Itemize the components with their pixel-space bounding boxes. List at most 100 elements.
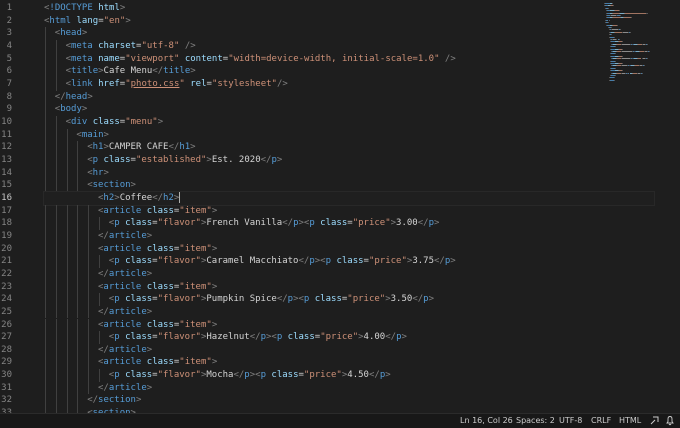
code-token: > <box>81 28 88 39</box>
code-line[interactable]: </article> <box>44 382 654 395</box>
code-token: </ <box>87 395 99 406</box>
code-token: > <box>211 357 218 368</box>
code-line[interactable]: <link href="photo.css" rel="stylesheet"/… <box>44 78 622 91</box>
code-line[interactable]: </head> <box>44 91 611 104</box>
code-line[interactable]: <hr> <box>44 167 643 180</box>
line-number: 1 <box>6 3 12 13</box>
line-number-gutter[interactable]: 1 2 3 4 5 6 7 8 9 10 11 12 13 14 15 16 17 18 19 20 21 22 23 24 2… <box>0 0 40 413</box>
line-number: 15 <box>1 180 12 191</box>
code-line[interactable]: <html lang="en"> <box>44 15 600 28</box>
code-token: </ <box>233 370 245 381</box>
minimap-token <box>618 10 621 12</box>
code-line[interactable]: <meta charset="utf-8" /> <box>44 40 622 53</box>
bell-icon[interactable] <box>665 415 675 426</box>
code-line[interactable]: <body> <box>44 103 611 116</box>
code-token: "flavor" <box>157 332 201 343</box>
code-token: </ <box>98 306 109 317</box>
code-token: article <box>108 268 147 279</box>
code-line[interactable]: <p class="flavor">Caramel Macchiato</p><… <box>44 255 665 268</box>
code-line[interactable]: <section> <box>44 179 643 192</box>
minimap-token <box>618 39 620 40</box>
code-token: meta <box>71 53 99 64</box>
live-share-icon[interactable] <box>650 415 660 426</box>
code-line[interactable]: <title>Cafe Menu</title> <box>44 65 622 78</box>
line-number: 5 <box>6 53 12 64</box>
code-token: "viewport" <box>125 53 180 64</box>
status-bar: Ln 16, Col 26 Spaces: 2 UTF-8 CRLF HTML <box>0 413 680 428</box>
code-token: "flavor" <box>157 256 201 267</box>
code-line[interactable]: <div class="menu"> <box>44 116 622 129</box>
code-token: p <box>325 256 337 267</box>
line-number: 9 <box>6 104 12 115</box>
language-mode[interactable]: HTML <box>619 415 641 427</box>
minimap-token <box>622 55 624 57</box>
code-line[interactable]: </article> <box>44 268 654 281</box>
code-editor[interactable]: 1 2 3 4 5 6 7 8 9 10 11 12 13 14 15 16 17 18 19 20 21 22 23 24 2… <box>0 0 680 413</box>
code-line[interactable]: <article class="item"> <box>44 281 654 294</box>
code-token: </ <box>260 154 272 165</box>
code-token: "stylesheet" <box>211 78 277 89</box>
code-token: > <box>428 294 435 305</box>
minimap[interactable] <box>604 0 670 413</box>
code-token: p <box>309 218 321 229</box>
code-line[interactable]: <article class="item"> <box>44 205 654 218</box>
code-token: article <box>103 281 147 292</box>
code-token: 4.00 <box>363 332 386 343</box>
line-number: 31 <box>1 382 12 393</box>
minimap-token <box>624 12 647 14</box>
code-line[interactable]: <article class="item"> <box>44 356 654 369</box>
code-token: </ <box>168 142 180 153</box>
code-token: p <box>276 332 288 343</box>
code-token: hr <box>92 167 104 178</box>
code-token: 3.75 <box>412 256 434 267</box>
code-token: photo.css <box>130 78 180 89</box>
code-line[interactable]: <h2>Coffee</h2> <box>43 190 655 206</box>
minimap-token <box>614 60 616 62</box>
code-line[interactable]: <article class="item"> <box>44 243 654 256</box>
code-token: p <box>114 256 126 267</box>
code-area[interactable]: <!DOCTYPE html> <html lang="en"> <head> <me… <box>43 0 655 413</box>
code-token: /> <box>439 53 456 64</box>
code-line[interactable]: </article> <box>44 344 654 357</box>
code-line[interactable]: </article> <box>44 230 654 243</box>
code-line[interactable]: <p class="established">Est. 2020</p> <box>44 154 643 167</box>
code-line[interactable]: <!DOCTYPE html> <box>44 2 600 15</box>
code-line[interactable]: <h1>CAMPER CAFE</h1> <box>44 141 643 154</box>
line-number: 22 <box>1 268 12 279</box>
code-line[interactable]: </section> <box>44 394 643 407</box>
code-line[interactable]: <main> <box>44 129 632 142</box>
code-token: > <box>211 205 218 216</box>
code-token: > <box>135 395 142 406</box>
code-line[interactable]: <p class="flavor">French Vanilla</p><p c… <box>44 217 665 230</box>
minimap-token <box>622 48 624 50</box>
code-token: "width=device-width, initial-scale=1.0" <box>228 53 440 64</box>
code-token: p <box>114 332 126 343</box>
minimap-token <box>622 63 624 64</box>
line-ending-setting[interactable]: CRLF <box>591 415 611 427</box>
indentation-setting[interactable]: Spaces: 2 <box>516 415 555 427</box>
code-line[interactable]: <p class="flavor">Hazelnut</p><p class="… <box>44 331 665 344</box>
code-line[interactable]: </article> <box>44 306 654 319</box>
line-number: 12 <box>1 142 12 153</box>
minimap-token <box>612 3 614 4</box>
code-token: article <box>108 306 147 317</box>
code-token: > <box>146 306 153 317</box>
code-line[interactable]: <meta name="viewport" content="width=dev… <box>44 53 622 66</box>
encoding-setting[interactable]: UTF-8 <box>559 415 582 427</box>
code-token: French Vanilla <box>206 218 283 229</box>
code-token: > <box>190 66 196 77</box>
code-token: "item" <box>179 205 212 216</box>
code-line[interactable]: <head> <box>44 27 611 40</box>
cursor-position[interactable]: Ln 16, Col 26 <box>460 415 513 427</box>
vertical-scrollbar[interactable] <box>670 0 680 413</box>
minimap-token <box>614 67 616 69</box>
code-line[interactable]: <article class="item"> <box>44 319 654 332</box>
code-line[interactable]: <p class="flavor">Mocha</p><p class="pri… <box>44 369 665 382</box>
minimap-token <box>613 77 615 79</box>
code-token: /> <box>276 78 288 89</box>
code-token: > <box>434 218 440 229</box>
code-token: Cafe Menu <box>103 66 153 77</box>
code-line[interactable]: <p class="flavor">Pumpkin Spice</p><p cl… <box>44 293 665 306</box>
code-token: class <box>125 370 153 381</box>
code-token: </ <box>152 66 164 77</box>
